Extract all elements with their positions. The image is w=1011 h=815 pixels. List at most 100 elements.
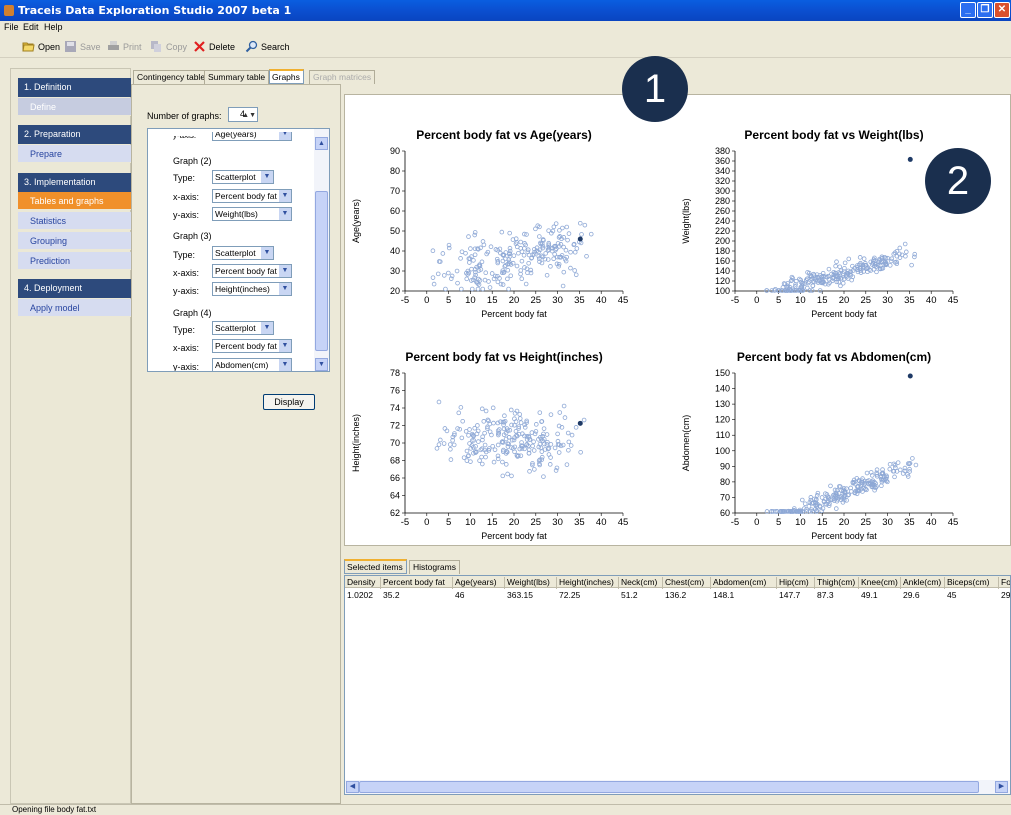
column-header[interactable]: Density <box>345 577 381 589</box>
nav-item-statistics[interactable]: Statistics <box>18 212 131 230</box>
tab-graph-matrices[interactable]: Graph matrices <box>309 70 376 84</box>
graph1-y-select[interactable]: Age(years) ▼ <box>212 132 292 141</box>
close-button[interactable]: ✕ <box>994 2 1010 18</box>
column-header[interactable]: Hip(cm) <box>777 577 815 589</box>
callout-1: 1 <box>622 56 688 122</box>
nav-item-define[interactable]: Define <box>18 98 131 116</box>
table-cell: 148.1 <box>713 590 735 600</box>
nav-item-prediction[interactable]: Prediction <box>18 252 131 270</box>
data-point <box>519 276 525 282</box>
data-point <box>511 253 517 258</box>
graph3-type-select[interactable]: Scatterplot ▼ <box>212 246 274 260</box>
column-header[interactable]: Biceps(cm) <box>945 577 999 589</box>
print-button[interactable]: Print <box>107 40 142 53</box>
x-tick-label: 35 <box>574 517 585 528</box>
data-point <box>874 269 879 275</box>
y-tick-label: 70 <box>720 492 730 502</box>
data-point <box>483 408 489 414</box>
selected-data-point <box>907 156 913 162</box>
search-button[interactable]: Search <box>245 40 290 53</box>
data-point <box>489 271 495 276</box>
graph4-x-select[interactable]: Percent body fat ▼ <box>212 339 292 353</box>
x-tick-label: -5 <box>401 517 409 528</box>
y-axis-title: Height(inches) <box>351 414 361 472</box>
graph3-x-select[interactable]: Percent body fat ▼ <box>212 264 292 278</box>
restore-button[interactable]: ❐ <box>977 2 993 18</box>
tab-histograms[interactable]: Histograms <box>409 560 460 574</box>
graph4-type-select[interactable]: Scatterplot ▼ <box>212 321 274 335</box>
graph2-y-label: y-axis: <box>173 210 200 220</box>
y-tick-label: 90 <box>390 146 400 156</box>
tab-contingency-table[interactable]: Contingency table <box>133 70 210 84</box>
delete-button[interactable]: Delete <box>193 40 235 53</box>
chevron-down-icon: ▼ <box>279 340 291 352</box>
data-point <box>833 506 839 511</box>
column-header[interactable]: Weight(lbs) <box>505 577 557 589</box>
column-header[interactable]: Height(inches) <box>557 577 619 589</box>
menu-edit[interactable]: Edit <box>23 22 39 32</box>
column-header[interactable]: Knee(cm) <box>859 577 901 589</box>
copy-button[interactable]: Copy <box>150 40 187 53</box>
scrollbar-thumb[interactable] <box>359 781 979 793</box>
y-tick-label: 110 <box>716 430 730 440</box>
scroll-left-icon[interactable]: ◀ <box>346 781 359 793</box>
graph2-x-select[interactable]: Percent body fat ▼ <box>212 189 292 203</box>
number-of-graphs-spinner[interactable]: 4 ▲▼ <box>228 107 258 122</box>
save-button[interactable]: Save <box>64 40 101 53</box>
column-header[interactable]: Fo <box>999 577 1010 589</box>
graph-list-scrollbar[interactable]: ▲ ▼ <box>314 129 329 371</box>
column-header[interactable]: Ankle(cm) <box>901 577 945 589</box>
menu-help[interactable]: Help <box>44 22 63 32</box>
menu-file[interactable]: File <box>4 22 19 32</box>
data-point <box>527 469 532 474</box>
minimize-button[interactable]: _ <box>960 2 976 18</box>
data-point <box>466 234 471 239</box>
column-header[interactable]: Thigh(cm) <box>815 577 859 589</box>
tab-graphs[interactable]: Graphs <box>269 69 304 84</box>
x-tick-label: 45 <box>948 295 959 306</box>
display-button[interactable]: Display <box>263 394 315 410</box>
column-header[interactable]: Age(years) <box>453 577 505 589</box>
column-header[interactable]: Chest(cm) <box>663 577 711 589</box>
data-point <box>584 253 589 259</box>
data-point <box>544 272 550 278</box>
y-tick-label: 62 <box>390 508 400 518</box>
graph2-type-select[interactable]: Scatterplot ▼ <box>212 170 274 184</box>
graph4-y-select[interactable]: Abdomen(cm) ▼ <box>212 358 292 371</box>
data-point <box>436 399 442 405</box>
graph3-y-select[interactable]: Height(inches) ▼ <box>212 282 292 296</box>
spinner-arrows-icon[interactable]: ▲▼ <box>242 109 256 122</box>
scroll-right-icon[interactable]: ▶ <box>995 781 1008 793</box>
data-point <box>472 252 478 258</box>
data-point <box>455 280 460 286</box>
graph3-y-value: Height(inches) <box>215 284 270 294</box>
scroll-up-icon[interactable]: ▲ <box>315 137 328 150</box>
graph2-y-select[interactable]: Weight(lbs) ▼ <box>212 207 292 221</box>
nav-item-tables-and-graphs[interactable]: Tables and graphs <box>18 192 131 210</box>
open-button[interactable]: Open <box>22 40 60 53</box>
table-cell: 49.1 <box>861 590 878 600</box>
table-horizontal-scrollbar[interactable]: ◀ ▶ <box>345 780 1010 794</box>
nav-item-grouping[interactable]: Grouping <box>18 232 131 250</box>
data-point <box>564 462 570 467</box>
nav-item-prepare[interactable]: Prepare <box>18 145 131 163</box>
column-header[interactable]: Abdomen(cm) <box>711 577 777 589</box>
data-point <box>541 426 547 431</box>
column-header[interactable]: Percent body fat <box>381 577 453 589</box>
y-tick-label: 60 <box>390 206 400 216</box>
column-header[interactable]: Neck(cm) <box>619 577 663 589</box>
data-point <box>482 442 488 448</box>
scrollbar-thumb[interactable] <box>315 191 328 351</box>
data-point <box>482 277 488 283</box>
data-point <box>430 275 436 280</box>
data-point <box>502 413 507 419</box>
nav-item-apply-model[interactable]: Apply model <box>18 299 131 317</box>
scroll-down-icon[interactable]: ▼ <box>315 358 328 371</box>
data-point <box>483 270 489 276</box>
tab-selected-items[interactable]: Selected items <box>344 559 407 574</box>
data-point <box>551 256 556 262</box>
menu-bar: File Edit Help <box>0 21 1011 35</box>
tab-summary-table[interactable]: Summary table <box>204 70 270 84</box>
y-tick-label: 130 <box>715 399 730 409</box>
data-point <box>544 432 550 437</box>
